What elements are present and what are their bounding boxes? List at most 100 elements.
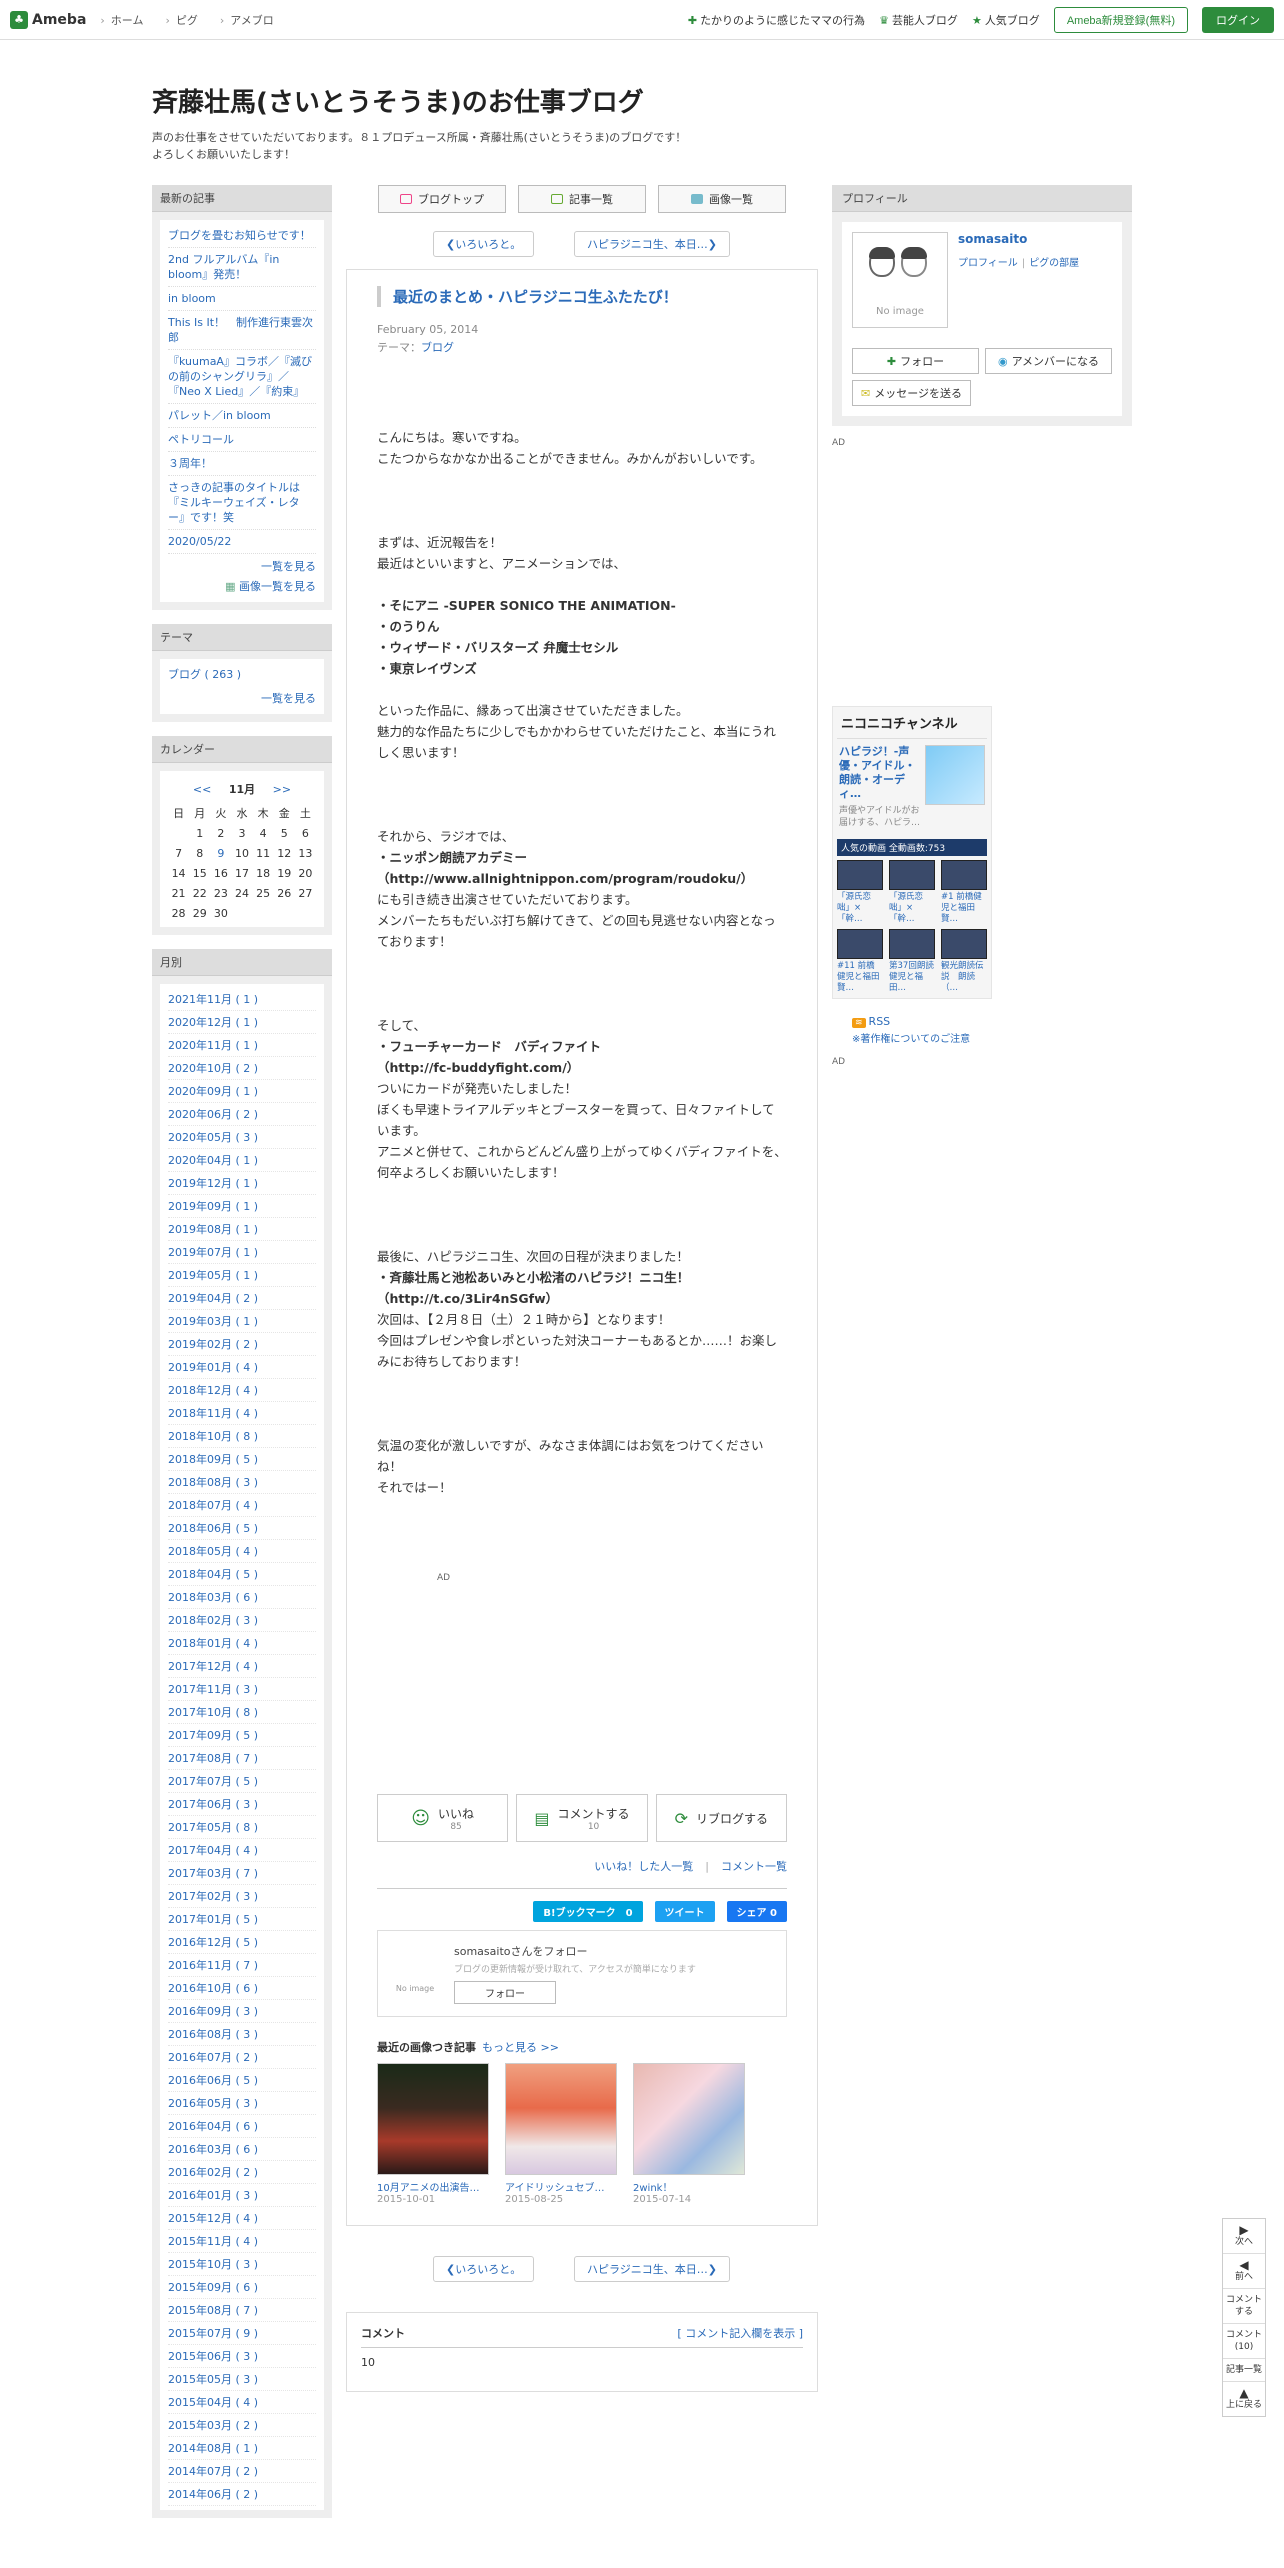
nav-home[interactable]: ホーム xyxy=(100,12,144,28)
recent-article-link[interactable]: ペトリコール xyxy=(168,428,316,452)
month-archive-link[interactable]: 2018年05月 ( 4 ) xyxy=(168,1540,316,1563)
thumb-item[interactable]: 10月アニメの出演告… 2015-10-01 xyxy=(377,2063,489,2205)
month-archive-link[interactable]: 2019年05月 ( 1 ) xyxy=(168,1264,316,1287)
month-archive-link[interactable]: 2019年08月 ( 1 ) xyxy=(168,1218,316,1241)
profile-follow-button[interactable]: ✚ フォロー xyxy=(852,348,979,374)
body-link-text[interactable]: （http://fc-buddyfight.com/） xyxy=(377,1060,579,1075)
niconico-video-title[interactable]: #1 前橋健児と福田賢… xyxy=(941,892,987,925)
recent-more-link[interactable]: 一覧を見る xyxy=(168,554,316,578)
month-archive-link[interactable]: 2014年08月 ( 1 ) xyxy=(168,2437,316,2460)
comment-button[interactable]: ▤ コメントする 10 xyxy=(516,1794,648,1842)
niconico-video-title[interactable]: 第37回朗読健児と福田… xyxy=(889,961,935,994)
comment-form-toggle[interactable]: [ コメント記入欄を表示 ] xyxy=(677,2325,803,2341)
month-archive-link[interactable]: 2017年12月 ( 4 ) xyxy=(168,1655,316,1678)
login-button[interactable]: ログイン xyxy=(1202,6,1274,33)
month-archive-link[interactable]: 2017年07月 ( 5 ) xyxy=(168,1770,316,1793)
month-archive-link[interactable]: 2018年11月 ( 4 ) xyxy=(168,1402,316,1425)
month-archive-link[interactable]: 2020年11月 ( 1 ) xyxy=(168,1034,316,1057)
month-archive-link[interactable]: 2015年04月 ( 4 ) xyxy=(168,2391,316,2414)
month-archive-link[interactable]: 2020年06月 ( 2 ) xyxy=(168,1103,316,1126)
month-archive-link[interactable]: 2015年09月 ( 6 ) xyxy=(168,2276,316,2299)
month-archive-link[interactable]: 2016年12月 ( 5 ) xyxy=(168,1931,316,1954)
body-link-text[interactable]: （http://www.allnightnippon.com/program/r… xyxy=(377,871,753,886)
recent-article-link[interactable]: 『kuumaA』コラボ／『滅びの前のシャングリラ』／『Neo X Lied』／『… xyxy=(168,350,316,404)
niconico-video-title[interactable]: 観光朗読伝説 朗読（… xyxy=(941,961,987,994)
month-archive-link[interactable]: 2016年02月 ( 2 ) xyxy=(168,2161,316,2184)
month-archive-link[interactable]: 2017年03月 ( 7 ) xyxy=(168,1862,316,1885)
thumb-title[interactable]: 2wink！ xyxy=(633,2179,745,2194)
month-archive-link[interactable]: 2019年02月 ( 2 ) xyxy=(168,1333,316,1356)
niconico-feature-title[interactable]: ハピラジ！-声優・アイドル・朗読・オーディ… xyxy=(839,745,921,801)
month-archive-link[interactable]: 2018年10月 ( 8 ) xyxy=(168,1425,316,1448)
month-archive-link[interactable]: 2016年10月 ( 6 ) xyxy=(168,1977,316,2000)
month-archive-link[interactable]: 2018年03月 ( 6 ) xyxy=(168,1586,316,1609)
comment-list-link[interactable]: コメント一覧 xyxy=(721,1860,787,1873)
calendar-next[interactable]: >> xyxy=(273,783,291,796)
month-archive-link[interactable]: 2020年04月 ( 1 ) xyxy=(168,1149,316,1172)
month-archive-link[interactable]: 2017年11月 ( 3 ) xyxy=(168,1678,316,1701)
niconico-video-item[interactable]: 「源氏恋咄」×「幹… xyxy=(889,860,935,925)
profile-avatar[interactable]: No image xyxy=(852,232,948,328)
recent-images-more-link[interactable]: もっと見る >> xyxy=(482,2041,559,2054)
float-prev-button[interactable]: ◀ 前へ xyxy=(1223,2254,1265,2289)
niconico-video-item[interactable]: 「源氏恋咄」×「幹… xyxy=(837,860,883,925)
reblog-button[interactable]: ⟳ リブログする xyxy=(655,1794,787,1842)
month-archive-link[interactable]: 2014年07月 ( 2 ) xyxy=(168,2460,316,2483)
rss-label[interactable]: RSS xyxy=(869,1015,891,1028)
month-archive-link[interactable]: 2018年12月 ( 4 ) xyxy=(168,1379,316,1402)
prev-article-button[interactable]: ❮いろいろと。 xyxy=(433,231,535,257)
image-list-label[interactable]: 画像一覧を見る xyxy=(239,580,316,593)
month-archive-link[interactable]: 2018年07月 ( 4 ) xyxy=(168,1494,316,1517)
month-archive-link[interactable]: 2016年09月 ( 3 ) xyxy=(168,2000,316,2023)
month-archive-link[interactable]: 2015年12月 ( 4 ) xyxy=(168,2207,316,2230)
calendar-day[interactable]: 9 xyxy=(210,843,231,863)
month-archive-link[interactable]: 2017年02月 ( 3 ) xyxy=(168,1885,316,1908)
recent-article-link[interactable]: パレット／in bloom xyxy=(168,404,316,428)
calendar-prev[interactable]: << xyxy=(193,783,211,796)
like-button[interactable]: ☺ いいね 85 xyxy=(377,1794,509,1842)
niconico-video-item[interactable]: 観光朗読伝説 朗読（… xyxy=(941,929,987,994)
month-archive-link[interactable]: 2018年06月 ( 5 ) xyxy=(168,1517,316,1540)
niconico-video-title[interactable]: 「源氏恋咄」×「幹… xyxy=(837,892,883,925)
month-archive-link[interactable]: 2016年05月 ( 3 ) xyxy=(168,2092,316,2115)
month-archive-link[interactable]: 2015年03月 ( 2 ) xyxy=(168,2414,316,2437)
month-archive-link[interactable]: 2015年11月 ( 4 ) xyxy=(168,2230,316,2253)
register-button[interactable]: Ameba新規登録(無料) xyxy=(1053,6,1188,33)
celebrity-blog-link[interactable]: ♛ 芸能人ブログ xyxy=(879,12,958,28)
recent-article-link[interactable]: 2020/05/22 xyxy=(168,530,316,554)
niconico-video-thumb[interactable] xyxy=(889,929,935,959)
thumb-title[interactable]: アイドリッシュセブ… xyxy=(505,2179,617,2194)
niconico-feature-image[interactable] xyxy=(925,745,985,805)
prev-article-button-bottom[interactable]: ❮いろいろと。 xyxy=(433,2256,535,2282)
theme-item-blog[interactable]: ブログ ( 263 ) xyxy=(168,663,316,686)
tab-image-list[interactable]: 画像一覧 xyxy=(658,185,786,213)
month-archive-link[interactable]: 2015年05月 ( 3 ) xyxy=(168,2368,316,2391)
recent-article-link[interactable]: This Is It！ 制作進行東雲次郎 xyxy=(168,311,316,350)
month-archive-link[interactable]: 2019年09月 ( 1 ) xyxy=(168,1195,316,1218)
thumb-image[interactable] xyxy=(377,2063,489,2175)
month-archive-link[interactable]: 2019年07月 ( 1 ) xyxy=(168,1241,316,1264)
recent-more-label[interactable]: 一覧を見る xyxy=(261,560,316,573)
profile-name[interactable]: somasaito xyxy=(958,232,1079,246)
theme-more-link[interactable]: 一覧を見る xyxy=(261,692,316,705)
niconico-video-thumb[interactable] xyxy=(889,860,935,890)
ameba-logo[interactable]: ♣ Ameba xyxy=(10,10,86,29)
blog-title[interactable]: 斉藤壮馬(さいとうそうま)のお仕事ブログ xyxy=(152,82,1132,119)
next-article-button[interactable]: ハピラジニコ生、本日…❯ xyxy=(574,231,730,257)
month-archive-link[interactable]: 2017年10月 ( 8 ) xyxy=(168,1701,316,1724)
month-archive-link[interactable]: 2017年06月 ( 3 ) xyxy=(168,1793,316,1816)
month-archive-link[interactable]: 2015年10月 ( 3 ) xyxy=(168,2253,316,2276)
month-archive-link[interactable]: 2018年01月 ( 4 ) xyxy=(168,1632,316,1655)
month-archive-link[interactable]: 2016年01月 ( 3 ) xyxy=(168,2184,316,2207)
nav-ameblo[interactable]: アメブロ xyxy=(220,12,273,28)
month-archive-link[interactable]: 2017年04月 ( 4 ) xyxy=(168,1839,316,1862)
profile-link[interactable]: プロフィール xyxy=(958,258,1018,269)
month-archive-link[interactable]: 2017年05月 ( 8 ) xyxy=(168,1816,316,1839)
trending-link[interactable]: ✚ たかりのように感じたママの行為 xyxy=(688,12,865,28)
month-archive-link[interactable]: 2016年03月 ( 6 ) xyxy=(168,2138,316,2161)
month-archive-link[interactable]: 2015年07月 ( 9 ) xyxy=(168,2322,316,2345)
recent-article-link[interactable]: さっきの記事のタイトルは『ミルキーウェイズ・レター』です！笑 xyxy=(168,476,316,530)
month-archive-link[interactable]: 2018年08月 ( 3 ) xyxy=(168,1471,316,1494)
month-archive-link[interactable]: 2020年10月 ( 2 ) xyxy=(168,1057,316,1080)
niconico-video-thumb[interactable] xyxy=(837,860,883,890)
